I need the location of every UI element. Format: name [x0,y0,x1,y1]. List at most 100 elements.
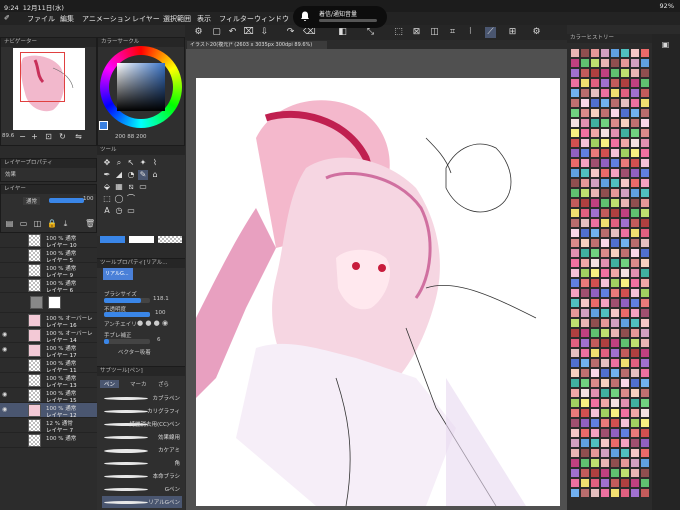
color-swatch[interactable] [580,248,590,258]
color-swatch[interactable] [570,348,580,358]
layer-row[interactable]: 100 % 通常 レイヤー 5 [0,248,97,264]
color-swatch[interactable] [630,118,640,128]
color-swatch[interactable] [630,108,640,118]
color-swatch[interactable] [590,138,600,148]
color-swatch[interactable] [610,148,620,158]
color-swatch[interactable] [590,298,600,308]
eraser-tool-icon[interactable]: ◢ [114,170,124,180]
color-swatch[interactable] [580,348,590,358]
color-swatch[interactable] [640,358,650,368]
color-swatch[interactable] [570,308,580,318]
color-swatch[interactable] [640,378,650,388]
color-swatch[interactable] [600,268,610,278]
crop-icon[interactable]: ⌗ [447,27,458,38]
color-swatch[interactable] [600,148,610,158]
color-swatch[interactable] [580,168,590,178]
color-swatch[interactable] [630,368,640,378]
color-swatch[interactable] [590,58,600,68]
layer-row[interactable]: 100 % 通常 [0,433,97,448]
color-swatch[interactable] [620,458,630,468]
color-swatch[interactable] [630,208,640,218]
color-swatch[interactable] [590,188,600,198]
color-swatch[interactable] [610,398,620,408]
color-swatch[interactable] [600,248,610,258]
subtool-item[interactable]: 角 [102,457,182,469]
color-swatch[interactable] [570,138,580,148]
color-swatch[interactable] [590,418,600,428]
color-swatch[interactable] [580,448,590,458]
color-swatch[interactable] [630,348,640,358]
color-swatch[interactable] [610,88,620,98]
color-swatch[interactable] [610,378,620,388]
main-color-swatch[interactable] [99,121,108,130]
layer-row[interactable]: ◉ 100 % 通常 レイヤー 17 [0,343,97,359]
color-swatch[interactable] [630,198,640,208]
color-swatch[interactable] [590,348,600,358]
color-swatch[interactable] [620,118,630,128]
open-file-icon[interactable]: ⌧ [243,27,254,38]
lock-icon[interactable]: 🔒 [47,219,57,228]
color-swatch[interactable] [580,338,590,348]
color-swatch[interactable] [600,118,610,128]
subtool-item[interactable]: カブラペン [102,392,182,404]
color-swatch[interactable] [620,468,630,478]
color-swatch[interactable] [590,458,600,468]
color-swatch[interactable] [620,478,630,488]
color-swatch[interactable] [570,128,580,138]
color-swatch[interactable] [640,258,650,268]
color-swatch[interactable] [630,98,640,108]
color-swatch[interactable] [610,198,620,208]
color-swatch[interactable] [610,98,620,108]
new-file-icon[interactable]: ▢ [211,27,222,38]
sub-drawing-color[interactable] [129,236,154,243]
navigator-view-rect[interactable] [20,52,65,102]
color-swatch[interactable] [600,348,610,358]
color-swatch[interactable] [580,318,590,328]
move-tool-icon[interactable]: ✥ [102,158,112,168]
color-swatch[interactable] [630,48,640,58]
color-swatch[interactable] [620,388,630,398]
layer-row[interactable]: 100 % 通常 レイヤー 9 [0,263,97,279]
color-swatch[interactable] [590,408,600,418]
color-swatch[interactable] [600,408,610,418]
color-swatch[interactable] [640,198,650,208]
color-swatch[interactable] [620,208,630,218]
color-swatch[interactable] [570,458,580,468]
color-swatch[interactable] [590,88,600,98]
color-swatch[interactable] [570,78,580,88]
tab-marker[interactable]: マーカ [130,380,147,388]
color-swatch[interactable] [590,428,600,438]
color-swatch[interactable] [630,188,640,198]
color-swatch[interactable] [630,268,640,278]
ruler-tool-icon[interactable]: ▭ [126,206,136,216]
select-all-icon[interactable]: ⬚ [393,27,404,38]
color-swatch[interactable] [570,188,580,198]
color-swatch[interactable] [580,478,590,488]
color-swatch[interactable] [570,418,580,428]
color-swatch[interactable] [600,438,610,448]
color-swatch[interactable] [640,298,650,308]
color-swatch[interactable] [610,218,620,228]
color-swatch[interactable] [590,68,600,78]
color-swatch[interactable] [620,248,630,258]
clip-icon[interactable]: ⤓ [61,219,70,228]
menu-filter[interactable]: フィルター [219,14,254,24]
color-swatch[interactable] [630,128,640,138]
color-swatch[interactable] [600,368,610,378]
color-swatch[interactable] [600,78,610,88]
color-swatch[interactable] [610,178,620,188]
color-swatch[interactable] [610,138,620,148]
color-swatch[interactable] [580,378,590,388]
color-swatch[interactable] [590,478,600,488]
color-swatch[interactable] [580,468,590,478]
color-swatch[interactable] [580,88,590,98]
color-swatch[interactable] [600,338,610,348]
main-drawing-color[interactable] [100,236,125,243]
subtool-item[interactable]: カケアミ [102,444,182,456]
color-swatch[interactable] [630,438,640,448]
eye-icon[interactable]: ◉ [2,332,10,338]
blend-tool-icon[interactable]: ◔ [126,170,136,180]
color-swatch[interactable] [640,268,650,278]
color-swatch[interactable] [590,468,600,478]
color-swatch[interactable] [570,178,580,188]
